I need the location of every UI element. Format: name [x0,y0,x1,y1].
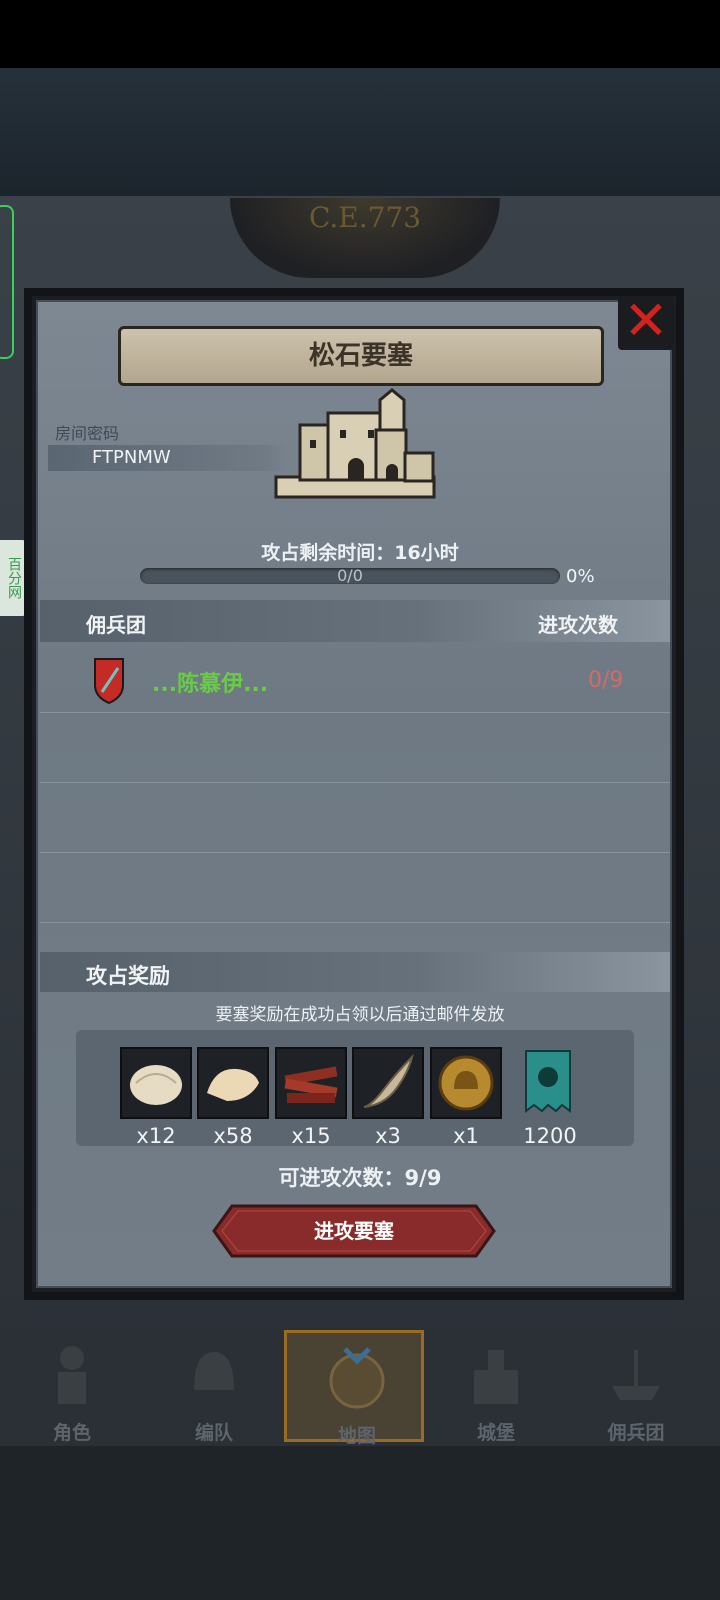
knight-icon [58,1346,86,1404]
attack-button-label: 进攻要塞 [314,1219,394,1243]
reward-note: 要塞奖励在成功占领以后通过邮件发放 [215,1005,505,1025]
reward-qty: x58 [213,1124,253,1148]
column-header-attacks: 进攻次数 [538,613,618,637]
nav-tab-castle[interactable]: 城堡 [426,1330,566,1444]
nav-tab-role[interactable]: 角色 [2,1330,142,1444]
legion-member-name: ...陈慕伊... [152,672,269,697]
wood-logs-icon [284,1066,338,1103]
reward-qty: 1200 [523,1124,577,1148]
helmet-coin-icon [438,1055,494,1111]
background-band [0,68,720,196]
reward-slot[interactable] [275,1047,347,1119]
side-handle[interactable] [0,205,14,359]
room-code-value: FTPNMW [48,445,288,471]
reward-slot[interactable] [120,1047,192,1119]
legion-member-count: 0/9 [588,668,624,693]
reward-slot[interactable] [197,1047,269,1119]
nav-tab-map[interactable]: 地图 [284,1330,424,1447]
fur-hide-icon [207,1068,259,1101]
reward-qty: x1 [453,1124,479,1148]
shield-icon [94,658,124,704]
horn-icon [363,1053,414,1108]
reward-qty: x3 [375,1124,401,1148]
nav-tab-legion[interactable]: 佣兵团 [566,1330,706,1444]
reward-title: 攻占奖励 [86,964,170,988]
attacks-remaining: 可进攻次数：9/9 [278,1166,442,1190]
table-row-empty [40,782,670,853]
dialog-title: 松石要塞 [118,326,604,386]
capture-progress-percent: 0% [566,566,595,587]
reward-slot[interactable] [514,1047,586,1119]
map-compass-icon [329,1347,385,1409]
ship-icon [612,1350,660,1400]
guild-banner-icon [525,1050,571,1113]
helmet-icon [194,1352,234,1390]
year-emblem: C.E.773 [230,198,500,278]
fur-pelt-icon [130,1065,182,1105]
room-code-label: 房间密码 [55,424,120,443]
nav-tab-formation[interactable]: 编队 [144,1330,284,1444]
capture-progress-text: 0/0 [337,566,363,585]
reward-slot[interactable] [430,1047,502,1119]
table-row[interactable] [40,642,670,713]
table-row-empty [40,852,670,923]
castle-icon [274,388,436,499]
table-row-empty [40,712,670,783]
capture-time-text: 攻占剩余时间：16小时 [261,542,459,564]
status-bar [0,0,720,68]
column-header-legion: 佣兵团 [86,613,146,637]
reward-slot[interactable] [352,1047,424,1119]
close-icon[interactable]: ✕ [618,294,674,350]
castle-nav-icon [474,1350,518,1404]
bottom-background [0,1446,720,1600]
attack-fortress-button[interactable]: 进攻要塞 [212,1204,496,1258]
